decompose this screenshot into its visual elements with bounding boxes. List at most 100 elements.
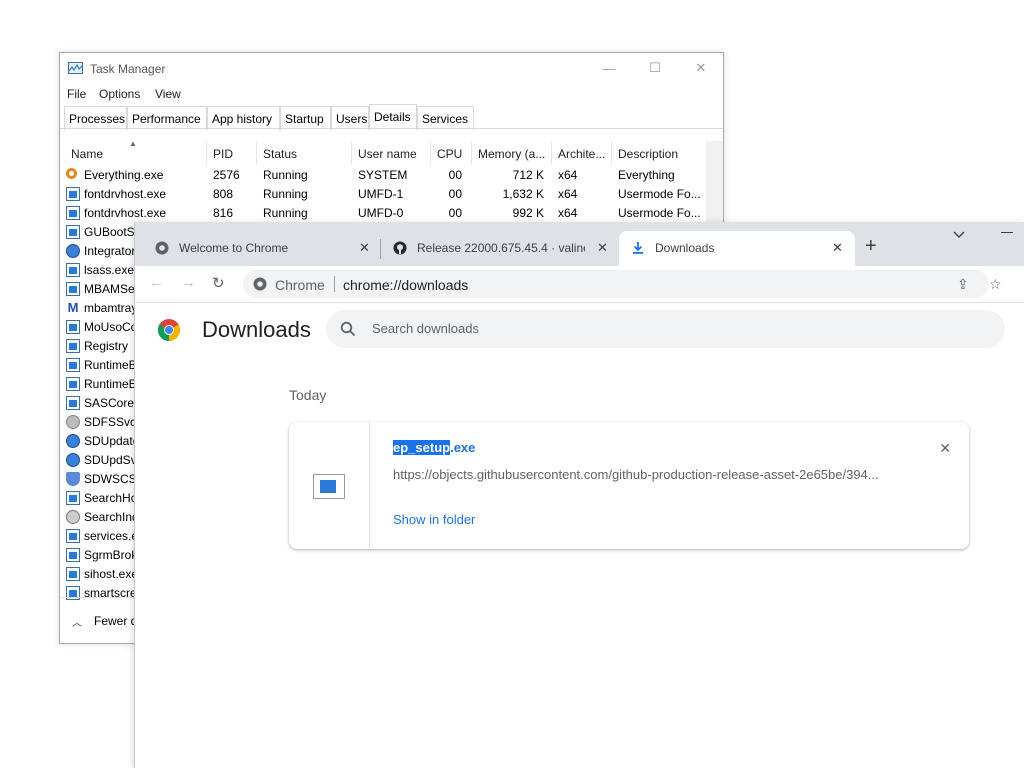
app-window-icon <box>66 320 80 334</box>
download-item-card: ep_setup.exe https://objects.githubuserc… <box>289 422 969 549</box>
omnibox-url[interactable]: chrome://downloads <box>343 277 468 293</box>
app-window-icon <box>66 548 80 562</box>
maximize-icon: ☐ <box>649 60 661 75</box>
person-search-icon <box>66 510 80 524</box>
chrome-tab-label: Welcome to Chrome <box>179 241 289 255</box>
page-title: Downloads <box>202 317 311 342</box>
shield-icon <box>66 472 80 486</box>
chrome-toolbar: ← → ↻ Chrome chrome://downloads ⇪ ☆ <box>135 266 1024 303</box>
table-row[interactable]: Everything.exe 2576 Running SYSTEM 00 712 K x6… <box>60 166 706 185</box>
task-manager-app-icon <box>68 62 83 74</box>
remove-download-icon[interactable]: ✕ <box>939 440 951 457</box>
column-header-cpu[interactable]: CPU <box>431 141 472 165</box>
tab-startup[interactable]: Startup <box>280 106 331 130</box>
table-row[interactable]: fontdrvhost.exe 816 Running UMFD-0 00 992 K x6… <box>60 204 706 223</box>
search-downloads-field[interactable]: Search downloads <box>326 310 1005 348</box>
reload-icon[interactable]: ↻ <box>212 274 225 292</box>
tab-app-history[interactable]: App history <box>207 106 280 130</box>
menu-file[interactable]: File <box>67 87 86 101</box>
app-window-icon <box>66 396 80 410</box>
share-icon[interactable]: ⇪ <box>957 276 969 293</box>
close-button[interactable]: ✕ <box>678 53 724 83</box>
tab-search-icon[interactable] <box>953 231 965 239</box>
minimize-button[interactable]: — <box>586 53 632 83</box>
column-header-user-name[interactable]: User name <box>352 141 431 165</box>
gear-icon <box>66 415 80 429</box>
task-manager-tabs: Processes Performance App history Startu… <box>64 104 723 130</box>
table-cell-user: UMFD-1 <box>358 187 404 201</box>
column-header-status[interactable]: Status <box>257 141 352 165</box>
tab-services[interactable]: Services <box>417 106 474 130</box>
malwarebytes-icon: M <box>67 300 79 315</box>
tab-users[interactable]: Users <box>331 106 369 130</box>
table-cell-desc: Usermode Fo... <box>618 187 701 201</box>
search-icon <box>340 321 356 337</box>
task-manager-menubar: File Options View <box>60 83 723 105</box>
filename-extension: .exe <box>450 440 476 455</box>
table-cell-user: SYSTEM <box>358 168 408 182</box>
table-cell-pid: 2576 <box>213 168 240 182</box>
table-cell-memory: 712 K <box>512 168 544 182</box>
chrome-globe-icon <box>155 241 169 255</box>
table-cell-arch: x64 <box>558 187 578 201</box>
app-window-icon <box>66 282 80 296</box>
table-cell-user: UMFD-0 <box>358 206 404 220</box>
fewer-details-link[interactable]: Fewer d <box>94 614 137 628</box>
app-window-icon <box>66 187 80 201</box>
chrome-tab-downloads[interactable]: Downloads ✕ <box>619 231 855 266</box>
column-header-description[interactable]: Description <box>612 141 706 165</box>
column-header-name[interactable]: Name <box>60 141 207 165</box>
table-cell-desc: Everything <box>618 168 675 182</box>
tab-processes[interactable]: Processes <box>64 106 127 130</box>
download-filename-link[interactable]: ep_setup.exe <box>393 440 475 455</box>
task-manager-titlebar[interactable]: Task Manager — ☐ ✕ <box>60 53 723 83</box>
maximize-button[interactable]: ☐ <box>632 53 678 83</box>
tab-close-icon[interactable]: ✕ <box>832 240 843 256</box>
table-cell-status: Running <box>263 187 308 201</box>
tab-close-icon[interactable]: ✕ <box>359 240 370 256</box>
chrome-tab-welcome[interactable]: Welcome to Chrome ✕ <box>143 231 377 266</box>
app-window-icon <box>66 567 80 581</box>
column-header-memory[interactable]: Memory (a... <box>472 141 552 165</box>
chrome-logo-icon <box>158 319 180 341</box>
search-downloads-placeholder: Search downloads <box>372 321 479 336</box>
tab-details[interactable]: Details <box>369 104 417 130</box>
tab-performance[interactable]: Performance <box>127 106 207 130</box>
omnibox[interactable]: Chrome chrome://downloads ⇪ ☆ <box>243 270 1002 298</box>
table-cell-pid: 816 <box>213 206 234 220</box>
date-section-label: Today <box>289 387 327 403</box>
table-cell-status: Running <box>263 206 308 220</box>
details-column-headers: Name PID Status User name CPU Memory (a.… <box>60 141 706 165</box>
close-icon: ✕ <box>695 60 707 75</box>
app-window-icon <box>66 225 80 239</box>
table-cell-memory: 1,632 K <box>502 187 544 201</box>
column-header-architecture[interactable]: Archite... <box>552 141 612 165</box>
new-tab-icon[interactable]: + <box>865 236 877 256</box>
download-source-url: https://objects.githubusercontent.com/gi… <box>393 467 879 482</box>
app-window-icon <box>66 263 80 277</box>
forward-arrow-icon[interactable]: → <box>181 274 196 291</box>
omnibox-separator <box>334 276 335 292</box>
tab-close-icon[interactable]: ✕ <box>597 240 608 256</box>
globe-icon <box>66 453 80 467</box>
app-window-icon <box>66 529 80 543</box>
table-row[interactable]: fontdrvhost.exe 808 Running UMFD-1 00 1,632 K… <box>60 185 706 204</box>
show-in-folder-link[interactable]: Show in folder <box>393 512 475 527</box>
chevron-up-icon[interactable]: ︿ <box>72 614 82 629</box>
table-cell-arch: x64 <box>558 206 578 220</box>
bookmark-star-icon[interactable]: ☆ <box>989 276 1002 293</box>
omnibox-scheme-label: Chrome <box>275 277 325 293</box>
chrome-tab-github-release[interactable]: Release 22000.675.45.4 · valinet/ ✕ <box>381 231 615 266</box>
menu-options[interactable]: Options <box>99 87 140 101</box>
back-arrow-icon[interactable]: ← <box>149 274 164 291</box>
table-cell-pid: 808 <box>213 187 234 201</box>
tabs-divider <box>60 128 723 129</box>
table-cell-cpu: 00 <box>448 187 462 201</box>
chrome-minimize-icon[interactable] <box>1001 232 1013 233</box>
column-header-pid[interactable]: PID <box>207 141 257 165</box>
chrome-window: Welcome to Chrome ✕ Release 22000.675.45… <box>134 222 1024 768</box>
app-window-icon <box>66 206 80 220</box>
menu-view[interactable]: View <box>155 87 181 101</box>
installer-file-icon <box>313 474 345 499</box>
chrome-tab-label: Release 22000.675.45.4 · valinet/ <box>417 241 585 255</box>
